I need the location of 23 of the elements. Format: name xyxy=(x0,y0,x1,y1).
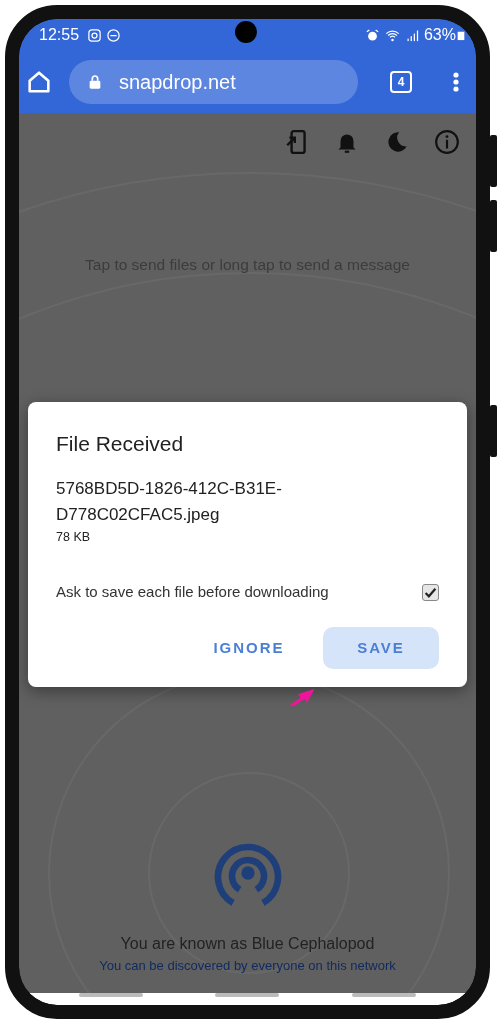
lock-icon xyxy=(87,73,103,91)
info-icon[interactable] xyxy=(434,129,460,155)
checkbox[interactable] xyxy=(422,583,439,601)
do-not-disturb-icon xyxy=(106,27,122,43)
option-label: Ask to save each file before downloading xyxy=(56,581,329,602)
battery-level: 63% xyxy=(423,25,456,45)
device-name-text: You are known as Blue Cephalopod xyxy=(120,933,375,954)
nav-bar-handle[interactable] xyxy=(79,993,144,997)
status-time: 12:55 xyxy=(39,25,80,45)
file-name: 5768BD5D-1826-412C-B31E-D778C02CFAC5.jpeg xyxy=(56,477,283,526)
file-size: 78 KB xyxy=(56,529,92,547)
camera-icon xyxy=(87,27,103,43)
nav-bar-handle[interactable] xyxy=(351,993,416,997)
tab-count-button[interactable]: 4 xyxy=(390,71,412,93)
dialog-button[interactable]: SAVE xyxy=(323,627,439,670)
dialog-title: File Received xyxy=(56,431,185,457)
url-text: snapdrop.net xyxy=(119,70,236,95)
address-bar[interactable]: snapdrop.net xyxy=(69,60,358,104)
alarm-icon xyxy=(364,27,380,43)
home-icon[interactable] xyxy=(25,68,53,96)
nav-bar-handle[interactable] xyxy=(215,993,280,997)
dialog-button[interactable]: IGNORE xyxy=(191,627,307,670)
discovery-text: You can be discovered by everyone on this network xyxy=(99,956,396,975)
